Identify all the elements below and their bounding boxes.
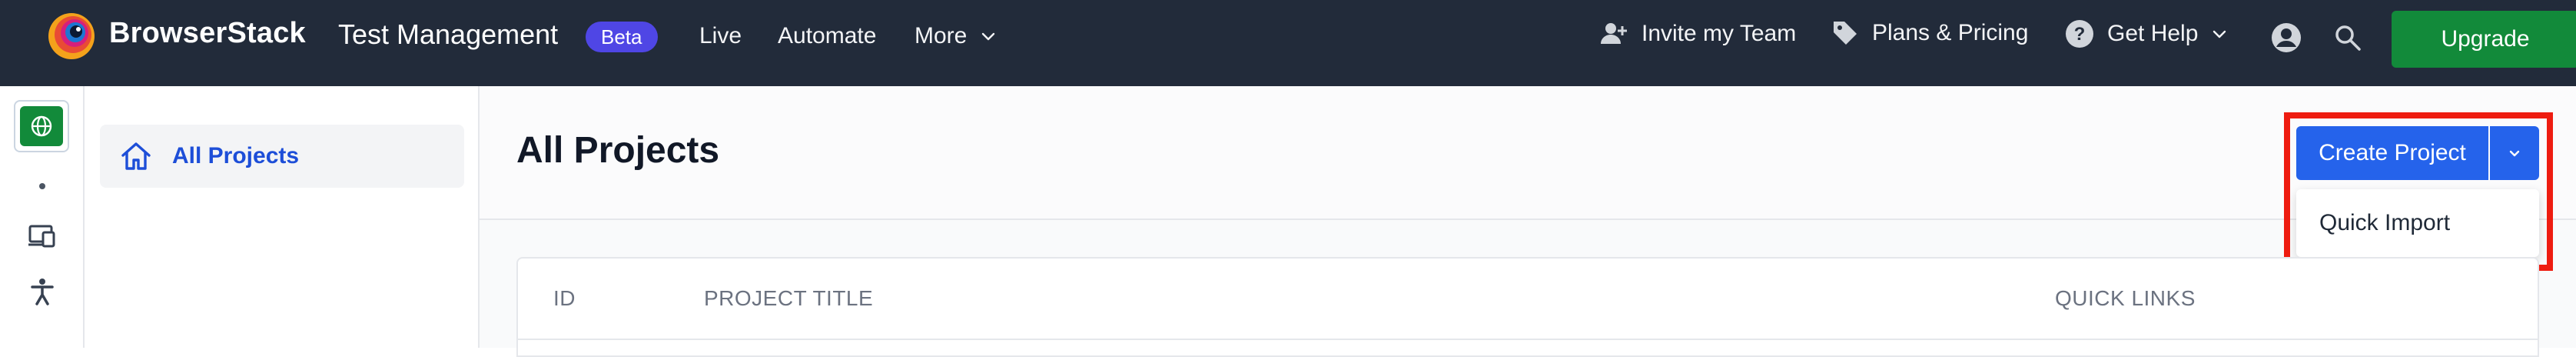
invite-team-link[interactable]: Invite my Team — [1598, 18, 1796, 49]
column-header-quick-links: QUICK LINKS — [2055, 286, 2196, 310]
search-icon[interactable] — [2333, 23, 2362, 52]
sidebar-item-all-projects[interactable]: All Projects — [100, 125, 464, 188]
browserstack-logo-icon — [48, 13, 95, 59]
plans-pricing-link[interactable]: Plans & Pricing — [1831, 18, 2028, 48]
plans-pricing-label: Plans & Pricing — [1872, 20, 2029, 45]
create-project-dropdown-menu: Quick Import — [2296, 189, 2539, 257]
help-icon: ? — [2066, 20, 2093, 48]
user-account-icon[interactable] — [2270, 22, 2302, 54]
table-header-divider — [518, 339, 2538, 340]
column-header-id[interactable]: ID — [553, 286, 576, 311]
price-tag-icon — [1834, 22, 1857, 45]
dropdown-item-quick-import[interactable]: Quick Import — [2319, 210, 2450, 236]
svg-text:?: ? — [2074, 24, 2086, 45]
brand-name[interactable]: BrowserStack — [109, 17, 306, 50]
page-header: All Projects — [480, 86, 2576, 220]
chevron-down-icon — [2509, 150, 2520, 157]
globe-icon — [31, 115, 52, 137]
create-project-dropdown-toggle[interactable] — [2490, 126, 2539, 180]
project-sidebar: All Projects — [85, 86, 480, 348]
sidebar-item-label: All Projects — [172, 143, 300, 168]
nav-link-live[interactable]: Live — [699, 23, 742, 49]
rail-separator-dot — [39, 183, 45, 189]
projects-table: ID PROJECT TITLE QUICK LINKS — [516, 257, 2539, 357]
devices-icon[interactable] — [28, 223, 57, 249]
nav-more-label: More — [915, 23, 968, 48]
main-content: All Projects Create Project Quick Import… — [480, 86, 2576, 357]
rail-item-test-management[interactable] — [14, 100, 69, 152]
page-title: All Projects — [516, 130, 720, 171]
icon-rail — [0, 86, 85, 348]
invite-team-label: Invite my Team — [1642, 21, 1797, 46]
column-header-project-title[interactable]: PROJECT TITLE — [704, 286, 873, 311]
chevron-down-icon — [2213, 30, 2226, 38]
beta-badge: Beta — [586, 22, 658, 52]
nav-more-menu[interactable]: More — [915, 18, 998, 49]
add-user-icon — [1601, 23, 1627, 44]
get-help-label: Get Help — [2107, 21, 2199, 46]
create-project-button[interactable]: Create Project — [2296, 126, 2488, 180]
get-help-menu[interactable]: ? Get Help — [2064, 18, 2229, 49]
nav-link-automate[interactable]: Automate — [778, 23, 876, 49]
upgrade-button[interactable]: Upgrade — [2392, 11, 2576, 68]
accessibility-icon[interactable] — [28, 277, 57, 306]
product-name: Test Management — [338, 18, 559, 50]
browserstack-logo[interactable] — [48, 12, 95, 60]
top-navbar: BrowserStack Test Management Beta Live A… — [0, 0, 2576, 86]
chevron-down-icon — [982, 32, 995, 41]
home-icon — [121, 142, 151, 170]
